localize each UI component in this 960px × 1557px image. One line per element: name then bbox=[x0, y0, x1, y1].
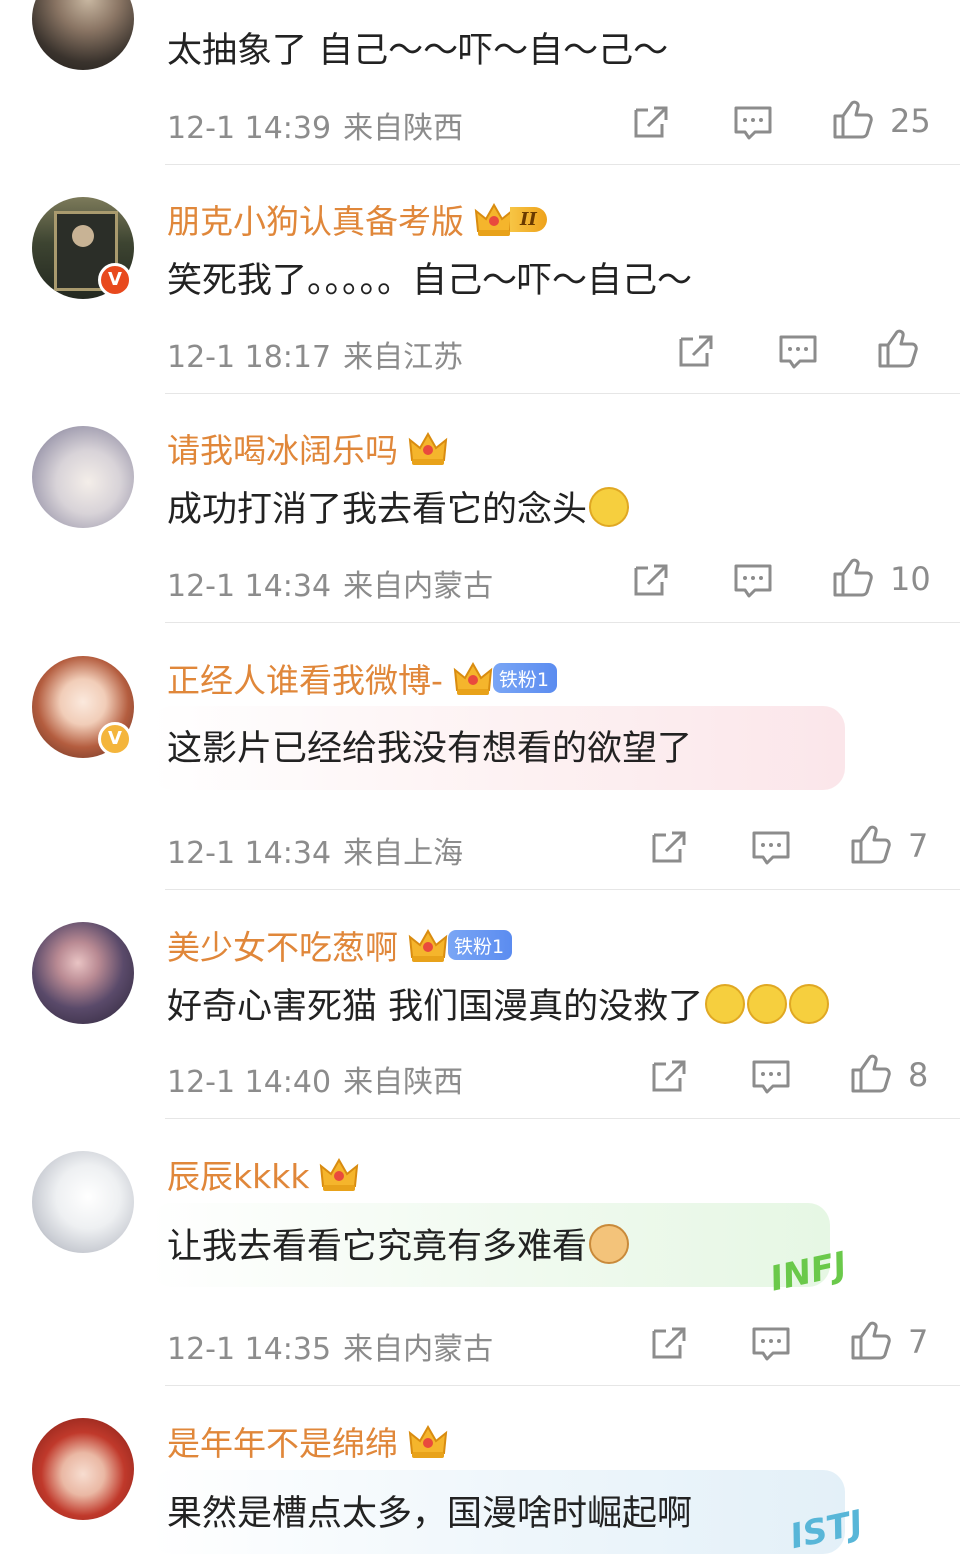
comment-icon[interactable] bbox=[733, 103, 773, 141]
comment-location: 来自内蒙古 bbox=[343, 1332, 494, 1367]
divider bbox=[165, 1118, 960, 1119]
share-icon[interactable] bbox=[632, 560, 670, 598]
comment-location: 来自江苏 bbox=[343, 340, 464, 375]
comment-text: 笑死我了。。。。。自己～吓～自己～ bbox=[167, 261, 693, 301]
like-count: 7 bbox=[908, 1323, 929, 1361]
username[interactable]: 辰辰kkkk bbox=[167, 1150, 359, 1198]
crying-emoji-icon bbox=[789, 984, 830, 1024]
share-icon[interactable] bbox=[632, 102, 670, 140]
comment-text: 好奇心害死猫 我们国漫真的没救了 bbox=[167, 978, 830, 1029]
crown-badge-icon bbox=[409, 930, 447, 963]
avatar[interactable] bbox=[32, 1418, 134, 1520]
comment-time: 12-1 14:34 bbox=[167, 836, 332, 871]
comment-icon[interactable] bbox=[778, 332, 818, 370]
member-level-badge: II bbox=[474, 201, 547, 237]
crying-emoji-icon bbox=[705, 984, 746, 1024]
share-icon[interactable] bbox=[650, 1056, 688, 1094]
comment-location: 来自内蒙古 bbox=[343, 569, 494, 604]
cat-emoji-icon bbox=[589, 1224, 630, 1264]
crying-emoji-icon bbox=[747, 984, 788, 1024]
divider bbox=[165, 622, 960, 623]
comment-meta: 12-1 14:34 来自上海 bbox=[167, 828, 463, 872]
username[interactable]: 请我喝冰阔乐吗 bbox=[167, 424, 448, 472]
comment-text: 这影片已经给我没有想看的欲望了 bbox=[167, 729, 693, 769]
comment-text: 成功打消了我去看它的念头 bbox=[167, 481, 630, 532]
verified-badge: V bbox=[98, 722, 132, 756]
comment-meta: 12-1 14:40 来自陕西 bbox=[167, 1057, 463, 1101]
crown-badge-icon bbox=[453, 663, 492, 696]
divider bbox=[165, 1385, 960, 1386]
comment-time: 12-1 14:40 bbox=[167, 1065, 332, 1100]
username[interactable]: 是年年不是绵绵 bbox=[167, 1417, 448, 1465]
comment-time: 12-1 14:34 bbox=[167, 569, 332, 604]
avatar[interactable] bbox=[32, 922, 134, 1024]
thumbs-up-icon[interactable] bbox=[850, 1053, 894, 1095]
share-icon[interactable] bbox=[650, 1323, 688, 1361]
comment-location: 来自陕西 bbox=[343, 111, 464, 146]
thumbs-up-icon[interactable] bbox=[832, 99, 876, 141]
avatar[interactable] bbox=[32, 0, 134, 70]
username[interactable]: 朋克小狗认真备考版 II bbox=[167, 195, 547, 243]
crown-badge-icon bbox=[409, 433, 447, 466]
divider bbox=[165, 164, 960, 165]
comment-text: 让我去看看它究竟有多难看 bbox=[167, 1218, 630, 1269]
divider bbox=[165, 393, 960, 394]
comment-time: 12-1 14:35 bbox=[167, 1332, 332, 1367]
crown-badge-icon bbox=[409, 1426, 447, 1459]
username[interactable]: 正经人谁看我微博- 铁粉1 bbox=[167, 654, 558, 702]
fan-badge: 铁粉1 bbox=[448, 930, 513, 960]
member-level-badge: 铁粉1 bbox=[408, 927, 513, 963]
crown-badge-icon bbox=[320, 1159, 359, 1192]
laughing-emoji-icon bbox=[589, 487, 630, 527]
avatar[interactable] bbox=[32, 426, 134, 528]
comment-icon[interactable] bbox=[751, 1057, 791, 1095]
comment-time: 12-1 14:39 bbox=[167, 111, 332, 146]
member-level-badge: 铁粉1 bbox=[453, 660, 558, 696]
avatar[interactable] bbox=[32, 1151, 134, 1253]
comment-meta: 12-1 14:35 来自内蒙古 bbox=[167, 1324, 493, 1368]
like-count: 10 bbox=[890, 560, 931, 598]
comment-text: 太抽象了 自己～～吓～自～己～ bbox=[167, 31, 669, 71]
username[interactable]: 美少女不吃葱啊 铁粉1 bbox=[167, 921, 513, 969]
share-icon[interactable] bbox=[677, 331, 715, 369]
comment-meta: 12-1 14:34 来自内蒙古 bbox=[167, 561, 493, 605]
verified-badge: V bbox=[98, 263, 132, 297]
thumbs-up-icon[interactable] bbox=[850, 824, 894, 866]
like-count: 25 bbox=[890, 102, 931, 140]
divider bbox=[165, 889, 960, 890]
thumbs-up-icon[interactable] bbox=[832, 557, 876, 599]
fan-badge: 铁粉1 bbox=[492, 663, 558, 693]
comment-time: 12-1 18:17 bbox=[167, 340, 332, 375]
comment-icon[interactable] bbox=[751, 1324, 791, 1362]
thumbs-up-icon[interactable] bbox=[877, 328, 921, 370]
comment-icon[interactable] bbox=[733, 561, 773, 599]
share-icon[interactable] bbox=[650, 827, 688, 865]
comment-location: 来自陕西 bbox=[343, 1065, 464, 1100]
comment-meta: 12-1 14:39 来自陕西 bbox=[167, 103, 463, 147]
thumbs-up-icon[interactable] bbox=[850, 1320, 894, 1362]
like-count: 7 bbox=[908, 827, 929, 865]
comment-text: 果然是槽点太多，国漫啥时崛起啊 bbox=[167, 1494, 693, 1534]
comment-location: 来自上海 bbox=[343, 836, 464, 871]
like-count: 8 bbox=[908, 1056, 929, 1094]
comment-meta: 12-1 18:17 来自江苏 bbox=[167, 332, 463, 376]
comment-icon[interactable] bbox=[751, 828, 791, 866]
